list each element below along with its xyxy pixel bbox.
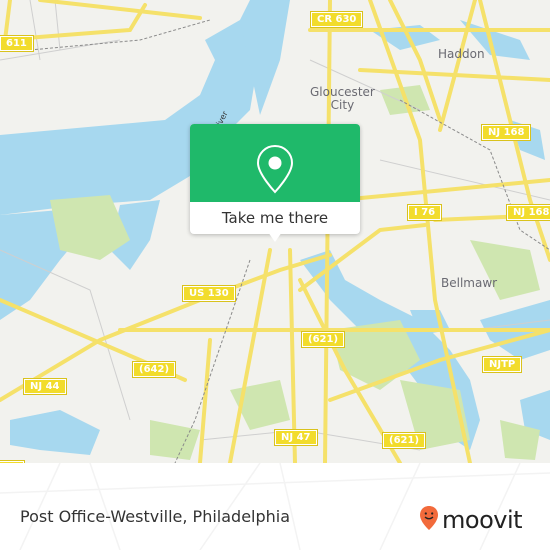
road-shield-611: 611 [0, 35, 34, 52]
road-shield-i76: I 76 [406, 204, 443, 221]
moovit-wordmark: moovit [442, 506, 523, 534]
stop-title: Post Office-Westville, Philadelphia [20, 507, 291, 526]
destination-popup: Take me there [190, 124, 360, 242]
place-label-bellmawr: Bellmawr [441, 276, 498, 290]
moovit-logo: moovit [419, 505, 523, 535]
popup-pointer [268, 232, 282, 242]
road-shield-nj168: NJ 168 [505, 204, 550, 221]
place-label-line: City [330, 98, 355, 112]
road-shield-621: (621) [300, 331, 346, 348]
place-label-gloucester-city: Gloucester City [310, 86, 375, 112]
popup-header [190, 124, 360, 202]
moovit-pin-icon [419, 505, 439, 535]
road-shield-nj168: NJ 168 [480, 124, 532, 141]
road-shield-njtp: NJTP [481, 356, 523, 373]
map[interactable]: 611 CR 630 NJ 168 NJ 168 I 76 US 130 (64… [0, 0, 550, 463]
road-shield-cr630: CR 630 [309, 11, 364, 28]
take-me-there-button[interactable]: Take me there [190, 202, 360, 234]
road-shield-nj44: NJ 44 [23, 378, 67, 395]
road-shield-642: (642) [131, 361, 177, 378]
road-shield-us130: US 130 [182, 285, 236, 302]
place-label-haddon: Haddon [438, 47, 485, 61]
road-shield-621: (621) [381, 432, 427, 449]
road-shield-nj47: NJ 47 [274, 429, 318, 446]
